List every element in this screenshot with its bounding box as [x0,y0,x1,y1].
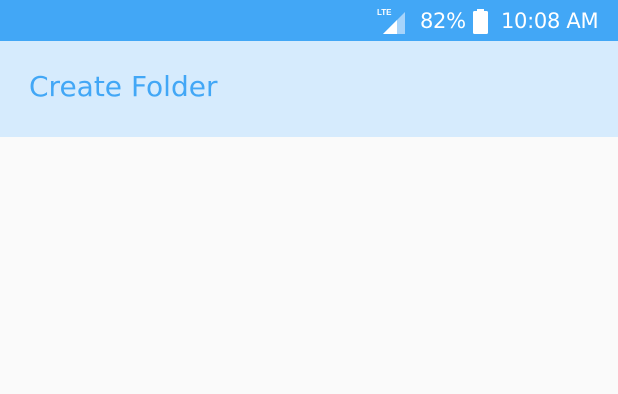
battery-percentage: 82% [420,9,466,33]
content-area [0,137,618,394]
page-title: Create Folder [29,70,218,103]
clock: 10:08 AM [501,9,599,33]
app-bar: Create Folder [0,41,618,137]
battery-icon [472,9,489,34]
signal-bars-icon: LTE [377,7,407,35]
network-type-label: LTE [377,8,392,17]
status-bar: LTE 82% 10:08 AM [0,0,618,41]
